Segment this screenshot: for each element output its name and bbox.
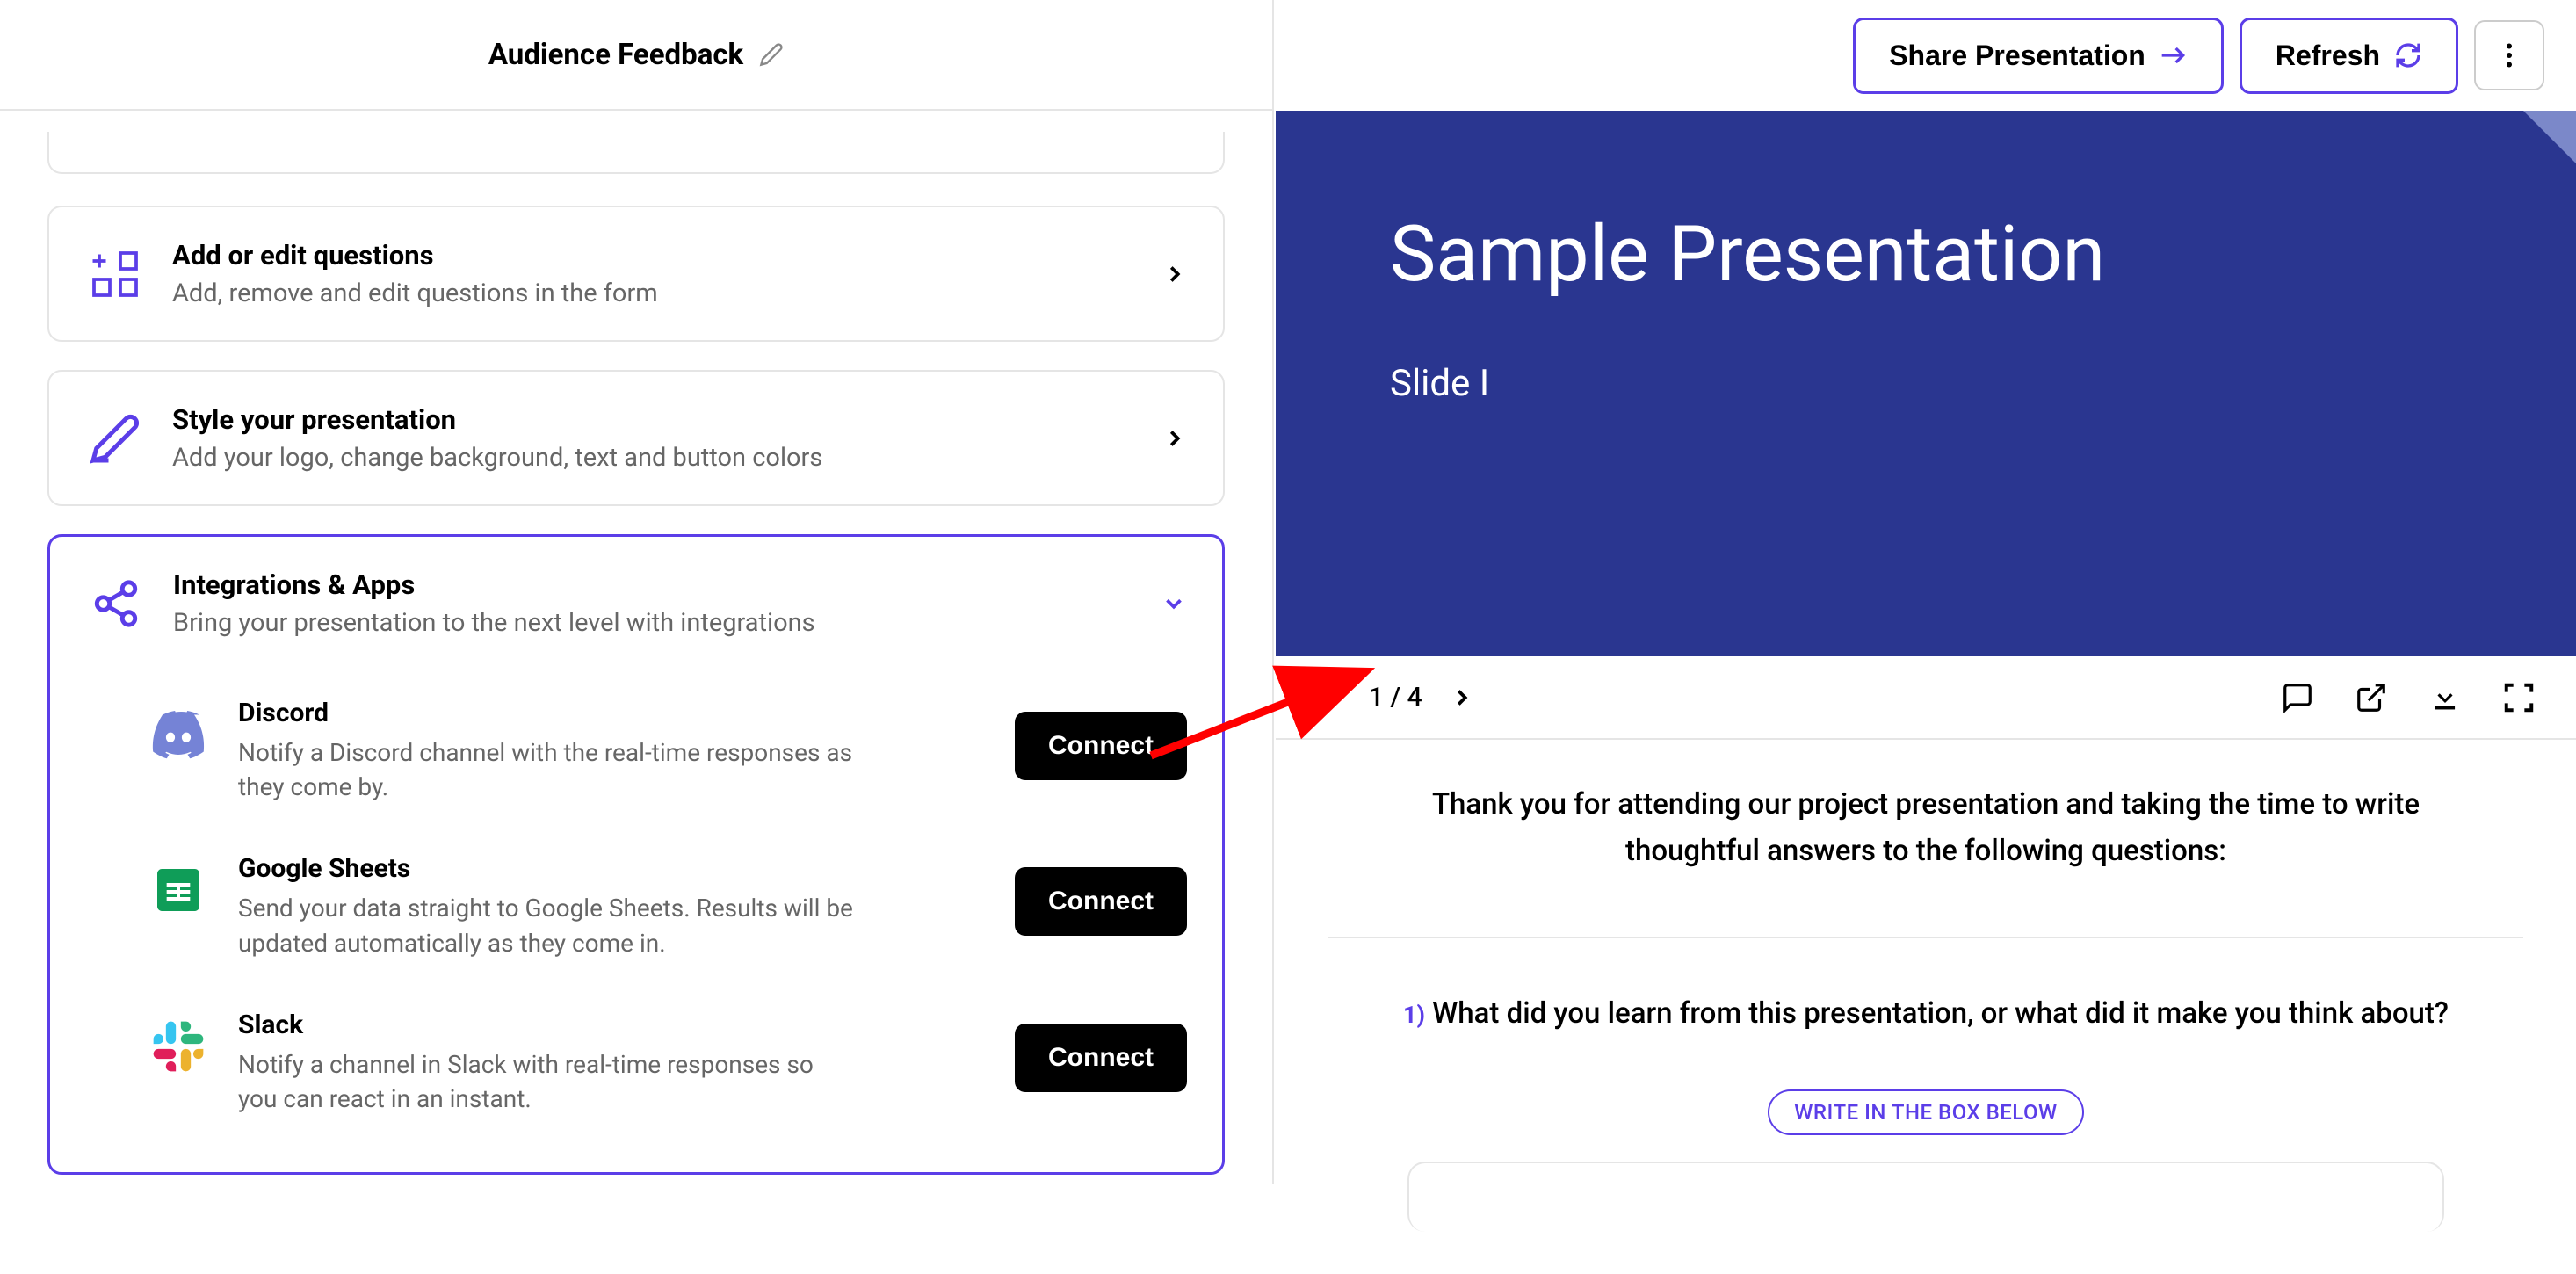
style-icon bbox=[84, 408, 146, 469]
next-slide-button[interactable] bbox=[1449, 684, 1475, 711]
share-presentation-button[interactable]: Share Presentation bbox=[1853, 18, 2224, 94]
connect-sheets-button[interactable]: Connect bbox=[1015, 867, 1187, 936]
connect-discord-button[interactable]: Connect bbox=[1015, 712, 1187, 780]
card-title: Style your presentation bbox=[172, 403, 1135, 436]
chevron-down-icon bbox=[1161, 590, 1187, 617]
send-icon bbox=[2160, 41, 2188, 69]
integrations-card: Integrations & Apps Bring your presentat… bbox=[47, 534, 1225, 1175]
google-sheets-icon bbox=[147, 858, 210, 922]
card-content: Style your presentation Add your logo, c… bbox=[172, 403, 1135, 473]
form-content: Thank you for attending our project pres… bbox=[1276, 740, 2576, 1274]
partial-card-above bbox=[47, 132, 1225, 174]
chevron-right-icon bbox=[1161, 261, 1188, 287]
integration-title: Slack bbox=[238, 1010, 987, 1040]
integration-discord: Discord Notify a Discord channel with th… bbox=[85, 673, 1187, 829]
integration-google-sheets: Google Sheets Send your data straight to… bbox=[85, 829, 1187, 984]
controls-right bbox=[2281, 681, 2536, 714]
slide-title: Sample Presentation bbox=[1390, 209, 2105, 300]
share-icon bbox=[85, 573, 147, 634]
question-number: 1) bbox=[1403, 1001, 1425, 1029]
download-icon[interactable] bbox=[2428, 681, 2462, 714]
refresh-label: Refresh bbox=[2276, 40, 2380, 72]
right-panel: Share Presentation Refresh Sam bbox=[1276, 0, 2576, 1184]
presentation-title: Audience Feedback bbox=[488, 38, 743, 72]
add-questions-card[interactable]: Add or edit questions Add, remove and ed… bbox=[47, 206, 1225, 342]
integration-slack: Slack Notify a channel in Slack with rea… bbox=[85, 985, 1187, 1140]
slack-icon bbox=[147, 1015, 210, 1078]
question-text: 1) What did you learn from this presenta… bbox=[1399, 991, 2453, 1038]
title-bar: Audience Feedback bbox=[0, 0, 1272, 111]
share-label: Share Presentation bbox=[1889, 40, 2145, 72]
integration-content: Google Sheets Send your data straight to… bbox=[238, 853, 987, 959]
refresh-button[interactable]: Refresh bbox=[2240, 18, 2458, 94]
card-content: Integrations & Apps Bring your presentat… bbox=[173, 568, 1134, 638]
card-subtitle: Bring your presentation to the next leve… bbox=[173, 608, 1134, 638]
integration-desc: Notify a channel in Slack with real-time… bbox=[238, 1047, 853, 1116]
open-external-icon[interactable] bbox=[2355, 681, 2388, 714]
card-subtitle: Add, remove and edit questions in the fo… bbox=[172, 279, 1135, 308]
integration-title: Google Sheets bbox=[238, 853, 987, 884]
card-title: Integrations & Apps bbox=[173, 568, 1134, 601]
cards-container: Add or edit questions Add, remove and ed… bbox=[0, 111, 1272, 1175]
more-options-button[interactable] bbox=[2474, 20, 2544, 90]
answer-input[interactable] bbox=[1407, 1162, 2444, 1232]
left-panel: Audience Feedback Add or edit questions … bbox=[0, 0, 1274, 1184]
add-questions-icon bbox=[84, 243, 146, 305]
integration-content: Slack Notify a channel in Slack with rea… bbox=[238, 1010, 987, 1116]
question-section: 1) What did you learn from this presenta… bbox=[1328, 937, 2523, 1233]
edit-title-icon[interactable] bbox=[759, 42, 784, 67]
integration-content: Discord Notify a Discord channel with th… bbox=[238, 698, 987, 804]
slide-controls: 1 / 4 bbox=[1276, 656, 2576, 740]
comment-icon[interactable] bbox=[2281, 681, 2314, 714]
nav-section: 1 / 4 bbox=[1316, 682, 1475, 713]
fullscreen-icon[interactable] bbox=[2502, 681, 2536, 714]
integration-title: Discord bbox=[238, 698, 987, 728]
question-body: What did you learn from this presentatio… bbox=[1432, 996, 2449, 1031]
page-indicator: 1 / 4 bbox=[1369, 682, 1422, 713]
hint-pill: WRITE IN THE BOX BELOW bbox=[1768, 1089, 2083, 1135]
slide-corner-fold bbox=[2523, 111, 2576, 163]
integration-desc: Send your data straight to Google Sheets… bbox=[238, 891, 853, 959]
discord-icon bbox=[147, 703, 210, 766]
integration-desc: Notify a Discord channel with the real-t… bbox=[238, 735, 853, 804]
card-title: Add or edit questions bbox=[172, 239, 1135, 271]
slide-preview: Sample Presentation Slide I bbox=[1276, 111, 2576, 656]
card-content: Add or edit questions Add, remove and ed… bbox=[172, 239, 1135, 308]
style-presentation-card[interactable]: Style your presentation Add your logo, c… bbox=[47, 370, 1225, 506]
chevron-right-icon bbox=[1161, 425, 1188, 452]
top-actions: Share Presentation Refresh bbox=[1276, 0, 2576, 111]
more-vertical-icon bbox=[2493, 40, 2525, 71]
prev-slide-button[interactable] bbox=[1316, 684, 1342, 711]
form-intro-text: Thank you for attending our project pres… bbox=[1399, 782, 2453, 875]
integrations-header[interactable]: Integrations & Apps Bring your presentat… bbox=[85, 568, 1187, 638]
card-subtitle: Add your logo, change background, text a… bbox=[172, 443, 1135, 473]
refresh-icon bbox=[2394, 41, 2422, 69]
slide-subtitle: Slide I bbox=[1390, 362, 1489, 405]
connect-slack-button[interactable]: Connect bbox=[1015, 1024, 1187, 1092]
